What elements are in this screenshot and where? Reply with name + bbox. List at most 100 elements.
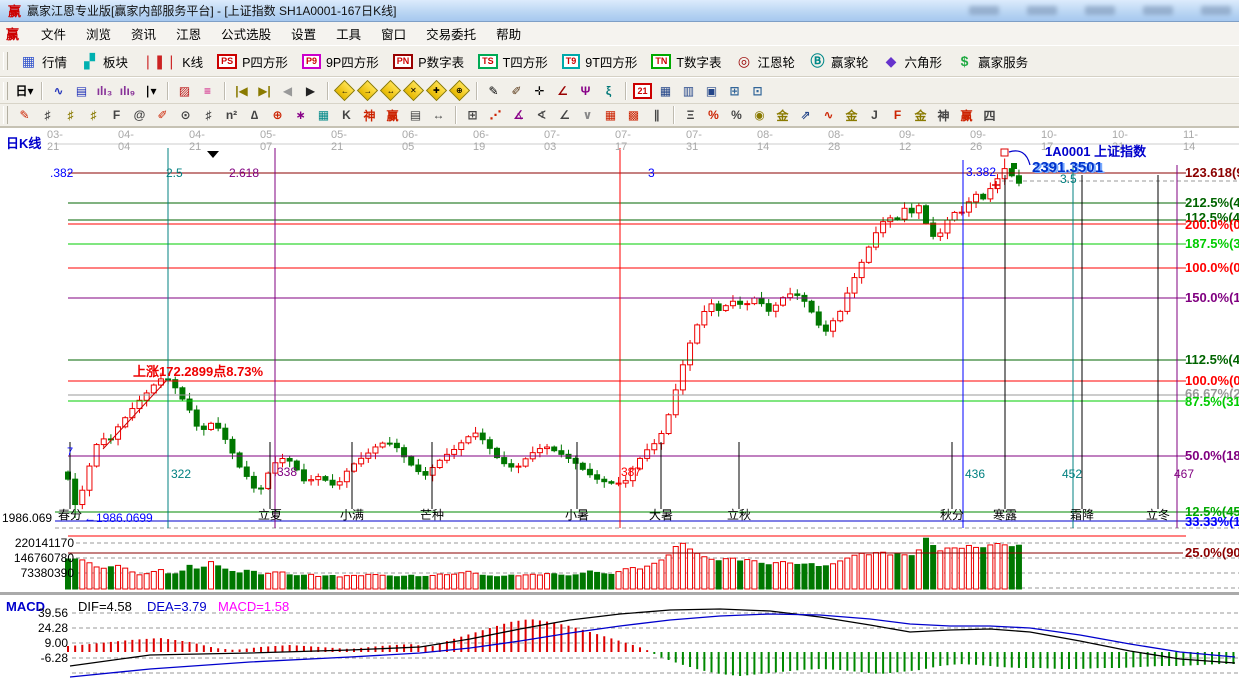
nav-prev-button[interactable]: ◀: [277, 81, 298, 101]
menu-5[interactable]: 设置: [281, 22, 326, 45]
menu-7[interactable]: 窗口: [371, 22, 416, 45]
bars-9-button[interactable]: ılı₉: [117, 81, 138, 101]
price-list-button[interactable]: ▤: [405, 105, 426, 125]
brush-tool-button[interactable]: ✎: [14, 105, 35, 125]
gold-grid-a-button[interactable]: ♯: [60, 105, 81, 125]
sectors-button[interactable]: ▞板块: [74, 50, 135, 73]
grid-tool-button[interactable]: ♯: [37, 105, 58, 125]
hand-tool-button[interactable]: ✐: [506, 81, 527, 101]
9t-square-button[interactable]: T99T四方形: [555, 50, 645, 73]
quotes-button[interactable]: ▦行情: [13, 50, 74, 73]
shen-grid-button[interactable]: 神: [359, 105, 380, 125]
ying-angle-button[interactable]: 赢: [956, 105, 977, 125]
pattern-brain-tool-button[interactable]: ξ: [598, 81, 619, 101]
menu-4[interactable]: 公式选股: [211, 22, 281, 45]
info-panel-button[interactable]: ▤: [71, 81, 92, 101]
percent-button[interactable]: %: [726, 105, 747, 125]
f-angle-button[interactable]: F: [887, 105, 908, 125]
wave-tool-button[interactable]: ∿: [818, 105, 839, 125]
notebook-button[interactable]: ▥: [678, 81, 699, 101]
hexagon-button[interactable]: ◆六角形: [876, 50, 950, 73]
menu-1[interactable]: 浏览: [76, 22, 121, 45]
angle-line-button[interactable]: ∠: [554, 105, 575, 125]
candle-style-menu-button[interactable]: ∣▾: [140, 81, 161, 101]
solar-term-label: 小暑: [565, 508, 589, 522]
calendar-icon: 21: [633, 83, 651, 99]
calculator-button[interactable]: ▦: [655, 81, 676, 101]
gold-angle-2-button[interactable]: 金: [910, 105, 931, 125]
menu-8[interactable]: 交易委托: [416, 22, 486, 45]
gold-circle-button[interactable]: ◉: [749, 105, 770, 125]
menu-6[interactable]: 工具: [326, 22, 371, 45]
time-wheel-button[interactable]: ⊙: [175, 105, 196, 125]
t-table-button[interactable]: TNT数字表: [644, 50, 728, 73]
dense-grid-button[interactable]: ▦: [600, 105, 621, 125]
red-pattern-tool-button[interactable]: ▨: [174, 81, 195, 101]
zoom-plus-diamond-button[interactable]: ✚: [426, 81, 447, 101]
dense-grid-2-button[interactable]: ▩: [623, 105, 644, 125]
gold-grid-b-button[interactable]: ♯: [83, 105, 104, 125]
zoom-all-diamond-button[interactable]: ⊕: [449, 81, 470, 101]
target-cross-button[interactable]: ⊕: [267, 105, 288, 125]
gold-level-button[interactable]: 金: [772, 105, 793, 125]
menu-2[interactable]: 资讯: [121, 22, 166, 45]
menu-3[interactable]: 江恩: [166, 22, 211, 45]
web-data-button[interactable]: ⊞: [724, 81, 745, 101]
menu-0[interactable]: 文件: [31, 22, 76, 45]
brush-chart-button[interactable]: ✐: [152, 105, 173, 125]
crosshair-tool-button[interactable]: ✛: [529, 81, 550, 101]
gann-t-tool-button[interactable]: Ψ: [575, 81, 596, 101]
p-table-button[interactable]: PNP数字表: [386, 50, 471, 73]
spiral-tool-button[interactable]: @: [129, 105, 150, 125]
si-angle-button[interactable]: 四: [979, 105, 1000, 125]
price-low-axis-label: 1986.069: [2, 511, 52, 525]
fib-box-button[interactable]: ⊞: [462, 105, 483, 125]
zoom-h-diamond-button[interactable]: ↔: [380, 81, 401, 101]
winner-service-button[interactable]: $赢家服务: [949, 50, 1035, 73]
n-squared-button[interactable]: n²: [221, 105, 242, 125]
zoom-x-diamond-button[interactable]: ✕: [403, 81, 424, 101]
shen-angle-button[interactable]: 神: [933, 105, 954, 125]
nav-first-button[interactable]: |◀: [231, 81, 252, 101]
ying-grid-button[interactable]: 赢: [382, 105, 403, 125]
volume-profile-button[interactable]: ≡: [197, 81, 218, 101]
tick-grid-button[interactable]: ♯: [198, 105, 219, 125]
percent-slash-button[interactable]: %: [703, 105, 724, 125]
fan-lines-button[interactable]: ⋰: [485, 105, 506, 125]
p-square-button[interactable]: PSP四方形: [210, 50, 295, 73]
t-square-button[interactable]: TST四方形: [471, 50, 555, 73]
bars-3-button[interactable]: ılı₃: [94, 81, 115, 101]
kline-period-day-menu-button[interactable]: 日▾: [14, 81, 35, 101]
solar-term-label: 小满: [340, 508, 364, 522]
remote-user-button[interactable]: ⊡: [747, 81, 768, 101]
nav-last-button[interactable]: ▶|: [254, 81, 275, 101]
fan-box-purple-button[interactable]: ∡: [508, 105, 529, 125]
menu-9[interactable]: 帮助: [486, 22, 531, 45]
j-angle-button[interactable]: J: [864, 105, 885, 125]
parallel-lines-button[interactable]: ∥: [646, 105, 667, 125]
gold-angle-button[interactable]: 金: [841, 105, 862, 125]
zoom-right-diamond-button[interactable]: →: [357, 81, 378, 101]
kline-button[interactable]: ❘❚❘K线: [135, 50, 210, 73]
nav-next-button[interactable]: ▶: [300, 81, 321, 101]
span-measure-button[interactable]: ↔: [428, 105, 449, 125]
angle-pen-tool-button[interactable]: ∠: [552, 81, 573, 101]
calendar-21-button[interactable]: 21: [632, 81, 653, 101]
fib-level-label: 112.5%(45): [1185, 352, 1239, 367]
save-disk-button[interactable]: ▣: [701, 81, 722, 101]
winner-wheel-button[interactable]: Ⓑ赢家轮: [802, 50, 876, 73]
v-pattern-button[interactable]: ∨: [577, 105, 598, 125]
net-grid-button[interactable]: ▦: [313, 105, 334, 125]
draw-pointer-button[interactable]: ✎: [483, 81, 504, 101]
9p-square-button[interactable]: P99P四方形: [295, 50, 386, 73]
mirror-angle-button[interactable]: ∆: [244, 105, 265, 125]
zigzag-tool-button[interactable]: ∿: [48, 81, 69, 101]
zoom-left-diamond-button[interactable]: ←: [334, 81, 355, 101]
gann-wheel-button[interactable]: ◎江恩轮: [729, 50, 803, 73]
star-grid-button[interactable]: ∗: [290, 105, 311, 125]
ink-angle-button[interactable]: ⇗: [795, 105, 816, 125]
price-steps-button[interactable]: Ξ: [680, 105, 701, 125]
f-grid-button[interactable]: F: [106, 105, 127, 125]
fan-box-dark-button[interactable]: ∢: [531, 105, 552, 125]
k-marks-button[interactable]: K: [336, 105, 357, 125]
